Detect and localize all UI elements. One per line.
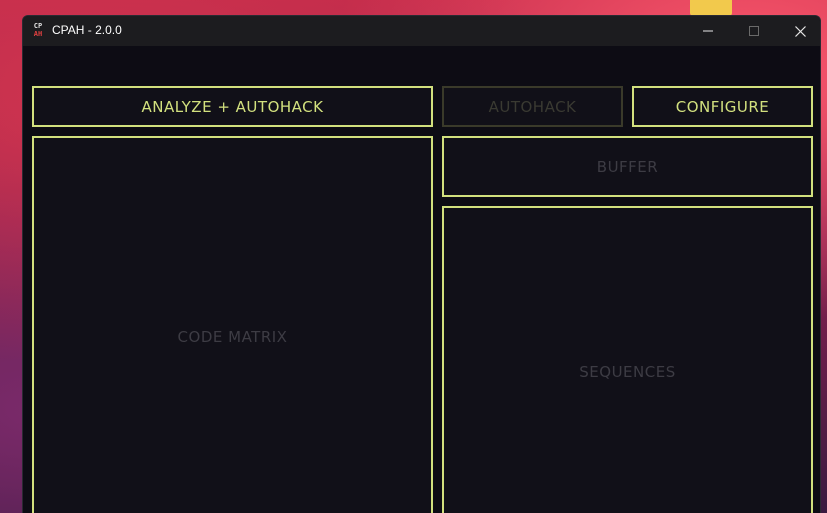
minimize-icon [703,30,713,32]
code-matrix-label: CODE MATRIX [177,327,288,346]
app-logo-top: CP [33,22,43,30]
maximize-button[interactable] [731,16,777,46]
folder-icon [690,0,732,16]
maximize-icon [749,26,759,36]
minimize-button[interactable] [685,16,731,46]
autohack-button[interactable]: AUTOHACK [442,86,623,127]
buffer-label: BUFFER [596,157,659,176]
title-bar[interactable]: CP AH CPAH - 2.0.0 [23,16,820,46]
sequences-panel: SEQUENCES [442,206,813,513]
buffer-panel: BUFFER [442,136,813,197]
app-logo-icon: CP AH [31,22,45,40]
analyze-autohack-button[interactable]: ANALYZE + AUTOHACK [32,86,433,127]
close-icon [794,25,806,37]
app-window: CP AH CPAH - 2.0.0 ANALYZE + AUTOHACK AU… [22,15,821,513]
sequences-label: SEQUENCES [579,362,676,381]
configure-button[interactable]: CONFIGURE [632,86,813,127]
close-button[interactable] [777,16,820,46]
app-logo-bottom: AH [33,30,43,38]
code-matrix-panel: CODE MATRIX [32,136,433,513]
app-content: ANALYZE + AUTOHACK AUTOHACK CONFIGURE CO… [23,46,820,513]
window-title: CPAH - 2.0.0 [52,23,122,37]
